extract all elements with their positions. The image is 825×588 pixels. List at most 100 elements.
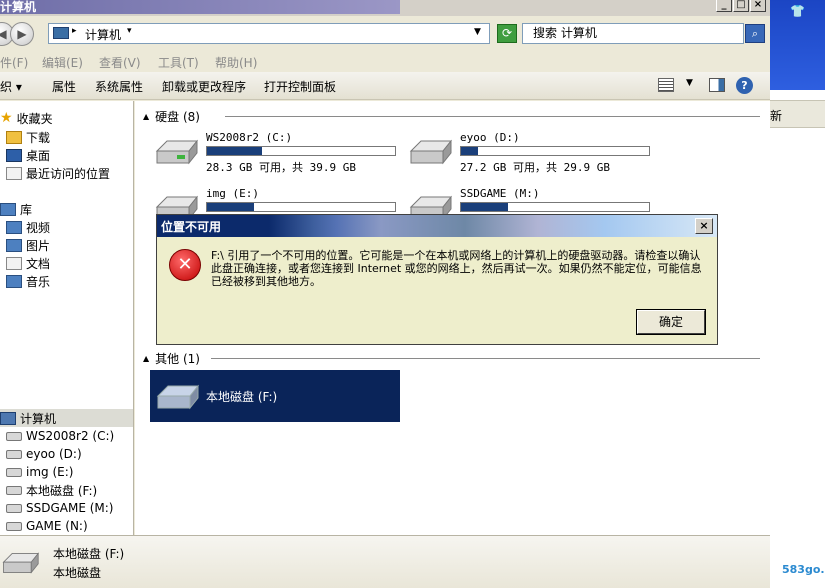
nav-label: img (E:) [26, 465, 74, 479]
nav-videos[interactable]: 视频 [6, 218, 50, 236]
organize-button[interactable]: 织 ▾ [0, 78, 22, 95]
dialog-close-button[interactable]: × [695, 218, 713, 234]
navigation-pane: ★ 收藏夹 下载 桌面 最近访问的位置 库 视频 图片 文档 音乐 计算机 WS2… [0, 101, 134, 535]
nav-computer[interactable]: 计算机 [0, 409, 56, 427]
nav-pictures[interactable]: 图片 [6, 236, 50, 254]
group-title: 硬盘 (8) [155, 109, 200, 124]
drive-icon [6, 521, 22, 531]
view-icon[interactable] [658, 78, 674, 92]
search-icon[interactable]: ⌕ [745, 24, 765, 43]
drive-size: 27.2 GB 可用，共 29.9 GB [460, 161, 610, 174]
nav-label: 视频 [26, 220, 51, 235]
group-divider [225, 116, 760, 117]
background-window-titlebar: 👕 [770, 0, 825, 90]
chevron-right-icon[interactable]: ▸ [72, 26, 77, 36]
drive-tile-c[interactable]: WS2008r2 (C:) 28.3 GB 可用，共 39.9 GB [153, 131, 398, 179]
nav-documents[interactable]: 文档 [6, 254, 50, 272]
video-icon [6, 220, 22, 234]
drive-usage-fill [461, 147, 478, 155]
other-group-header[interactable]: ▲ 其他 (1) [143, 350, 200, 366]
properties-button[interactable]: 属性 [52, 78, 76, 95]
error-icon: ✕ [169, 249, 201, 281]
drive-icon [6, 467, 22, 477]
nav-music[interactable]: 音乐 [6, 272, 50, 290]
drive-usage-bar [460, 202, 650, 212]
system-properties-button[interactable]: 系统属性 [95, 78, 143, 95]
menu-edit[interactable]: 编辑(E) [42, 54, 83, 71]
nav-drive-f[interactable]: 本地磁盘 (F:) [6, 481, 97, 499]
minimize-button[interactable]: _ [716, 0, 732, 12]
nav-label: 计算机 [20, 411, 57, 426]
nav-drive-c[interactable]: WS2008r2 (C:) [6, 427, 114, 445]
nav-downloads[interactable]: 下载 [6, 128, 50, 146]
drive-name: eyoo (D:) [460, 131, 520, 144]
menu-tools[interactable]: 工具(T) [158, 54, 199, 71]
details-item-name: 本地磁盘 (F:) [53, 547, 125, 561]
nav-label: 文档 [26, 256, 51, 271]
menu-help[interactable]: 帮助(H) [215, 54, 257, 71]
drive-icon [6, 485, 22, 495]
search-input[interactable]: 搜索 计算机 [522, 23, 744, 44]
tshirt-icon: 👕 [790, 4, 805, 18]
forward-button[interactable]: ▶ [10, 22, 34, 46]
nav-label: 音乐 [26, 274, 51, 289]
address-dropdown-icon[interactable]: ▼ [474, 27, 481, 37]
group-divider [211, 358, 760, 359]
drive-usage-fill [207, 203, 254, 211]
dialog-titlebar: 位置不可用 × [157, 215, 717, 237]
drive-size: 28.3 GB 可用，共 39.9 GB [206, 161, 356, 174]
menu-view[interactable]: 查看(V) [99, 54, 141, 71]
nav-drive-n[interactable]: GAME (N:) [6, 517, 88, 535]
library-icon [0, 202, 16, 216]
help-icon[interactable]: ? [736, 77, 753, 94]
drive-tile-f-selected[interactable]: 本地磁盘 (F:) [150, 370, 400, 422]
drive-usage-bar [206, 202, 396, 212]
nav-label: 最近访问的位置 [26, 166, 111, 181]
hard-disks-group-header[interactable]: ▲ 硬盘 (8) [143, 108, 200, 124]
close-button[interactable]: × [750, 0, 766, 12]
folder-icon [6, 130, 22, 144]
navigation-bar: ◀ ▶ ▸ 计算机 ▾ ▼ ⟳ 搜索 计算机 ⌕ [0, 16, 770, 50]
window-title: 计算机 [0, 0, 400, 14]
drive-name: 本地磁盘 (F:) [206, 390, 278, 404]
drive-icon [6, 503, 22, 513]
dialog-message: F:\ 引用了一个不可用的位置。它可能是一个在本机或网络上的计算机上的硬盘驱动器… [211, 249, 702, 288]
nav-drive-e[interactable]: img (E:) [6, 463, 73, 481]
hard-drive-icon [2, 552, 40, 574]
open-control-panel-button[interactable]: 打开控制面板 [264, 78, 336, 95]
nav-label: WS2008r2 (C:) [26, 429, 115, 443]
nav-label: 库 [20, 202, 33, 217]
refresh-button[interactable]: ⟳ [497, 24, 517, 43]
nav-label: eyoo (D:) [26, 447, 82, 461]
music-icon [6, 274, 22, 288]
uninstall-program-button[interactable]: 卸载或更改程序 [162, 78, 246, 95]
collapse-icon[interactable]: ▲ [143, 354, 149, 363]
nav-desktop[interactable]: 桌面 [6, 146, 50, 164]
nav-favorites[interactable]: ★ 收藏夹 [0, 109, 53, 127]
nav-drive-m[interactable]: SSDGAME (M:) [6, 499, 114, 517]
address-location[interactable]: 计算机 [85, 26, 121, 43]
picture-icon [6, 238, 22, 252]
nav-label: 收藏夹 [16, 111, 53, 126]
nav-label: 桌面 [26, 148, 51, 163]
maximize-button[interactable]: □ [733, 0, 749, 12]
details-item-type: 本地磁盘 [53, 566, 102, 580]
background-window-strip: 新 [770, 100, 825, 128]
hard-drive-icon [409, 139, 453, 165]
ok-button[interactable]: 确定 [636, 309, 706, 335]
view-dropdown-icon[interactable]: ▼ [686, 78, 693, 88]
drive-name: img (E:) [206, 187, 259, 200]
nav-recent[interactable]: 最近访问的位置 [6, 164, 110, 182]
collapse-icon[interactable]: ▲ [143, 112, 149, 121]
drive-usage-fill [207, 147, 262, 155]
preview-pane-icon[interactable] [709, 78, 725, 92]
drive-tile-d[interactable]: eyoo (D:) 27.2 GB 可用，共 29.9 GB [407, 131, 652, 179]
chevron-down-icon[interactable]: ▾ [127, 26, 132, 36]
dialog-title: 位置不可用 [161, 220, 222, 234]
nav-drive-d[interactable]: eyoo (D:) [6, 445, 82, 463]
recent-places-icon [6, 166, 22, 180]
address-bar[interactable]: ▸ 计算机 ▾ ▼ [48, 23, 490, 44]
nav-libraries[interactable]: 库 [0, 200, 32, 218]
drive-name: WS2008r2 (C:) [206, 131, 293, 144]
menu-file[interactable]: 件(F) [0, 54, 28, 71]
